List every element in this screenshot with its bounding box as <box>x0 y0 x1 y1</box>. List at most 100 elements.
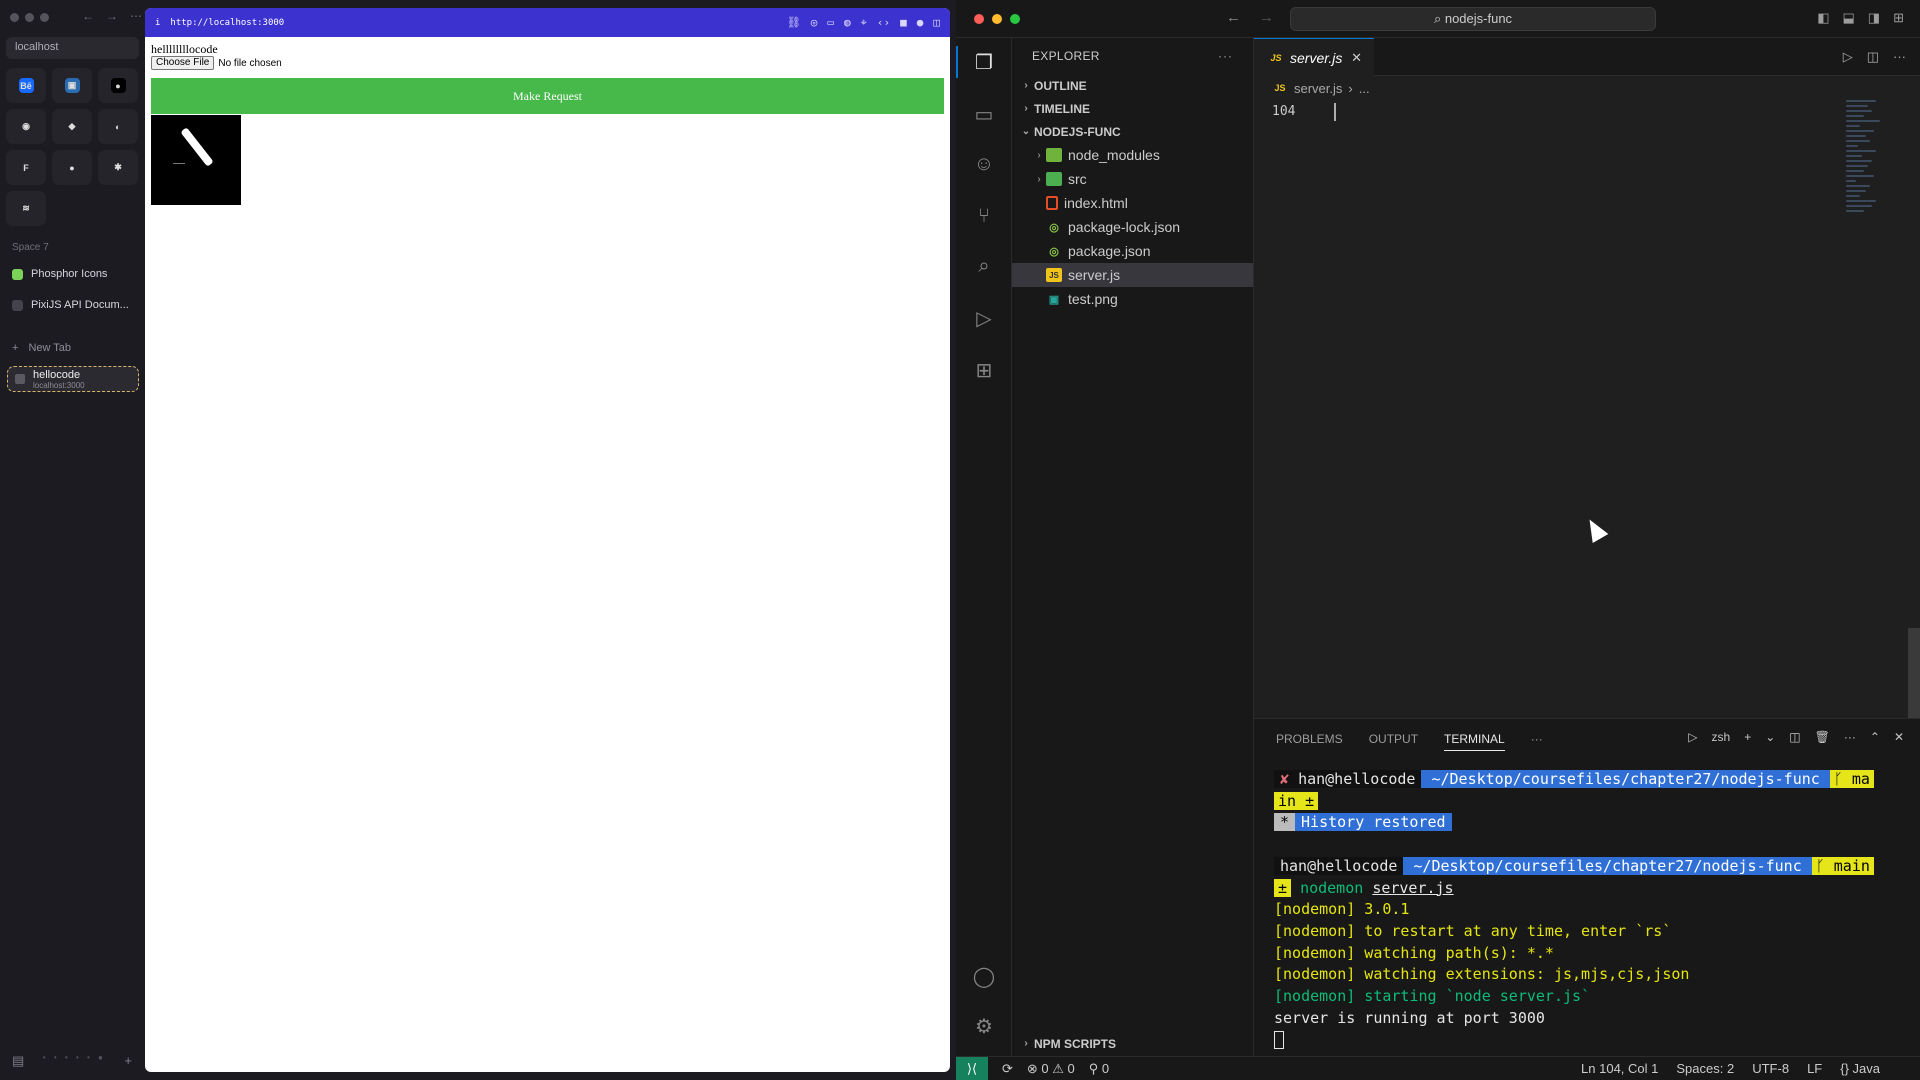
crosshair-icon[interactable]: ⌖ <box>861 16 867 30</box>
customize-layout-icon[interactable]: ⊞ <box>1893 10 1904 26</box>
code-line[interactable]: 104 <box>1254 100 1920 122</box>
tree-item-node-modules[interactable]: › node_modules <box>1012 143 1253 167</box>
web-content: i http://localhost:3000 ⛓ ◎ ▭ ◍ ⌖ ‹› ■ ●… <box>145 8 950 1072</box>
more-icon[interactable]: ⋯ <box>130 9 142 23</box>
explorer-icon[interactable]: ❐ <box>956 46 998 78</box>
ports-indicator[interactable]: ⚲ 0 <box>1089 1061 1109 1077</box>
chevron-right-icon: › <box>1037 173 1041 185</box>
pinned-tab-pixijs[interactable]: PixiJS API Docum... <box>12 299 129 311</box>
breadcrumb-symbol[interactable]: ... <box>1359 81 1370 96</box>
link-icon[interactable]: ⛓ <box>787 16 801 30</box>
line-ending[interactable]: LF <box>1807 1061 1822 1076</box>
close-icon[interactable]: ✕ <box>1351 50 1362 66</box>
tree-item-server-js[interactable]: JS server.js <box>1012 263 1253 287</box>
add-space-icon[interactable]: + <box>124 1053 132 1069</box>
section-timeline[interactable]: › TIMELINE <box>1012 97 1253 120</box>
globe-icon[interactable]: ◍ <box>844 16 851 30</box>
more-actions-icon[interactable]: ··· <box>1218 49 1233 63</box>
circle-app-icon[interactable]: ● <box>98 68 138 103</box>
command-center[interactable]: ⌕ nodejs-func <box>1290 7 1656 31</box>
chevron-down-icon[interactable]: ⌄ <box>1765 730 1775 744</box>
section-project[interactable]: ⌄ NODEJS-FUNC <box>1012 120 1253 143</box>
more-actions-icon[interactable]: ··· <box>1844 730 1856 744</box>
extensions-icon[interactable]: ⊞ <box>970 356 998 384</box>
language-mode[interactable]: {} Java <box>1840 1061 1880 1076</box>
trash-icon[interactable]: 🗑 <box>1815 730 1830 744</box>
search-icon[interactable]: ⌕ <box>970 252 998 280</box>
framer-icon[interactable]: F <box>6 150 46 185</box>
tab-output[interactable]: OUTPUT <box>1369 732 1418 746</box>
section-outline[interactable]: › OUTLINE <box>1012 74 1253 97</box>
address-field[interactable]: localhost <box>6 37 139 59</box>
forward-icon[interactable]: → <box>106 9 118 23</box>
run-icon[interactable]: ▷ <box>1843 49 1853 65</box>
tree-item-package-lock[interactable]: ◎ package-lock.json <box>1012 215 1253 239</box>
info-icon[interactable]: i <box>155 18 160 28</box>
source-control-icon[interactable]: ⑂ <box>970 202 998 230</box>
calendar-icon[interactable]: ▣ <box>52 68 92 103</box>
cursor-position[interactable]: Ln 104, Col 1 <box>1581 1061 1658 1076</box>
tab-server-js[interactable]: JS server.js ✕ <box>1254 38 1374 76</box>
indentation[interactable]: Spaces: 2 <box>1676 1061 1734 1076</box>
pinned-tab-phosphor[interactable]: Phosphor Icons <box>12 268 107 280</box>
active-tab[interactable]: hellocode localhost:3000 <box>7 366 139 392</box>
remote-indicator-icon[interactable]: ⟩⟨ <box>956 1056 988 1080</box>
behance-icon[interactable]: Bē <box>6 68 46 103</box>
more-icon[interactable]: ··· <box>1531 732 1543 746</box>
terminal-output[interactable]: ✘ han@hellocode ~/Desktop/coursefiles/cha… <box>1254 759 1920 1051</box>
window-controls[interactable] <box>10 13 49 22</box>
tab-problems[interactable]: PROBLEMS <box>1276 732 1343 746</box>
more-actions-icon[interactable]: ··· <box>1893 49 1906 65</box>
tree-item-src[interactable]: › src <box>1012 167 1253 191</box>
choose-file-button[interactable]: Choose File <box>151 56 215 70</box>
remote-explorer-icon[interactable]: ▭ <box>970 100 998 128</box>
back-icon[interactable]: ← <box>1226 9 1241 26</box>
camera-icon[interactable]: ◎ <box>811 16 818 30</box>
extension-icon[interactable]: ■ <box>900 16 907 30</box>
run-debug-icon[interactable]: ▷ <box>970 304 998 332</box>
openai-icon[interactable]: ✱ <box>98 150 138 185</box>
tree-item-test-png[interactable]: ▣ test.png <box>1012 287 1253 311</box>
code-icon[interactable]: ‹› <box>877 16 890 30</box>
make-request-button[interactable]: Make Request <box>151 78 944 114</box>
tree-item-index-html[interactable]: index.html <box>1012 191 1253 215</box>
figma-icon[interactable]: ◆ <box>52 109 92 144</box>
toggle-panel-icon[interactable]: ⬓ <box>1843 10 1855 26</box>
close-panel-icon[interactable]: ✕ <box>1894 730 1904 744</box>
sidebar-toggle-icon[interactable]: ◫ <box>933 16 940 30</box>
new-tab-button[interactable]: + New Tab <box>12 342 71 354</box>
section-npm-scripts[interactable]: › NPM SCRIPTS <box>1012 1032 1254 1055</box>
back-icon[interactable]: ← <box>82 9 94 23</box>
github-icon[interactable]: ◉ <box>6 109 46 144</box>
prompt-path: ~/Desktop/coursefiles/chapter27/nodejs-f… <box>1421 770 1830 788</box>
window-icon[interactable]: ▭ <box>827 16 834 30</box>
prompt-user: han@hellocode <box>1274 856 1404 875</box>
minimap[interactable] <box>1846 100 1884 260</box>
problems-indicator[interactable]: ⊗ 0 ⚠ 0 <box>1027 1061 1075 1077</box>
gradient-icon[interactable]: ● <box>52 150 92 185</box>
live-share-icon[interactable]: ⟳ <box>1002 1061 1013 1077</box>
archive-icon[interactable]: ▤ <box>12 1053 24 1069</box>
space-switcher[interactable]: • • • • • ● <box>43 1053 106 1069</box>
breadcrumb-file[interactable]: server.js <box>1294 81 1342 96</box>
account-icon[interactable]: ◯ <box>970 962 998 990</box>
file-input[interactable]: Choose File No file chosen <box>151 56 944 70</box>
maximize-panel-icon[interactable]: ⌃ <box>1870 730 1880 744</box>
settings-gear-icon[interactable]: ⚙ <box>970 1012 998 1040</box>
toggle-secondary-sidebar-icon[interactable]: ◨ <box>1868 10 1880 26</box>
toggle-sidebar-icon[interactable]: ◧ <box>1817 10 1829 26</box>
forward-icon[interactable]: → <box>1259 9 1274 26</box>
app-icon[interactable]: ◐ <box>98 109 138 144</box>
tree-item-package-json[interactable]: ◎ package.json <box>1012 239 1253 263</box>
misc-icon[interactable]: ≋ <box>6 191 46 226</box>
window-controls[interactable] <box>974 14 1020 24</box>
url-bar[interactable]: i http://localhost:3000 ⛓ ◎ ▭ ◍ ⌖ ‹› ■ ●… <box>145 8 950 37</box>
split-terminal-icon[interactable]: ◫ <box>1789 730 1800 744</box>
encoding[interactable]: UTF-8 <box>1752 1061 1789 1076</box>
tab-terminal[interactable]: TERMINAL <box>1444 732 1505 751</box>
shell-name[interactable]: zsh <box>1712 730 1731 744</box>
extension2-icon[interactable]: ● <box>917 16 924 30</box>
copilot-icon[interactable]: ☺ <box>970 150 998 178</box>
new-terminal-icon[interactable]: + <box>1744 730 1751 744</box>
split-editor-icon[interactable]: ◫ <box>1867 49 1879 65</box>
